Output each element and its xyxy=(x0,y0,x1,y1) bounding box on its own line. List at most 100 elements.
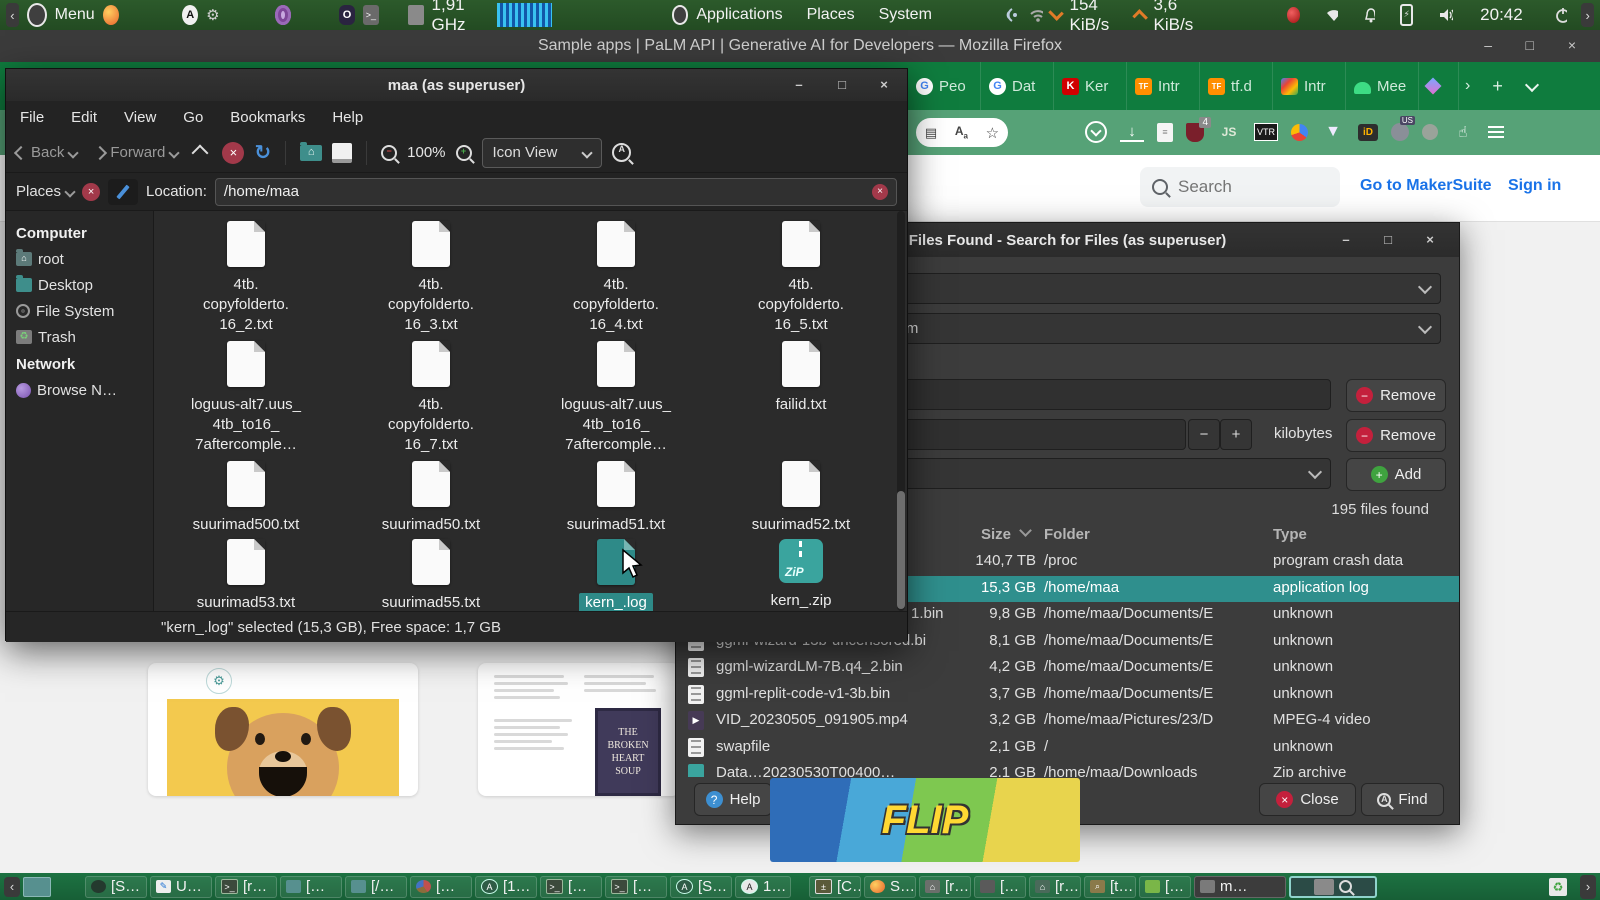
taskbar-window[interactable]: [S… xyxy=(85,876,147,898)
menu-go[interactable]: Go xyxy=(183,109,203,126)
taskbar-window-fm[interactable]: m… xyxy=(1194,876,1286,898)
back-button[interactable]: Back xyxy=(16,144,77,161)
mint-menu-icon[interactable] xyxy=(27,3,47,27)
taskbar-window[interactable]: [… xyxy=(1139,876,1191,898)
network-signal-icon[interactable] xyxy=(1004,6,1021,24)
js-toggle-icon[interactable]: JS xyxy=(1217,120,1241,144)
file-item[interactable]: suurimad500.txt xyxy=(156,461,336,535)
tab-intro-tf[interactable]: TFIntr xyxy=(1127,62,1200,110)
menu-help[interactable]: Help xyxy=(332,109,363,126)
clock[interactable]: 20:42 xyxy=(1480,5,1523,25)
zoom-in-icon[interactable]: + xyxy=(456,145,472,161)
stop-button[interactable]: × xyxy=(222,142,244,164)
home-folder-button[interactable]: ⌂ xyxy=(300,145,322,161)
spin-down-button[interactable]: − xyxy=(1188,419,1220,450)
result-row[interactable]: ▶ VID_20230505_091905.mp43,2 GB /home/ma… xyxy=(676,708,1459,735)
find-button[interactable]: AFind xyxy=(1361,783,1444,816)
sidebar-item-filesystem[interactable]: File System xyxy=(16,298,153,324)
taskbar-window[interactable]: A[S… xyxy=(670,876,732,898)
file-item[interactable]: suurimad55.txt xyxy=(341,539,521,613)
file-item[interactable]: 4tb. copyfolderto. 16_4.txt xyxy=(526,221,706,335)
result-row[interactable]: ggml-replit-code-v1-3b.bin3,7 GB /home/m… xyxy=(676,682,1459,709)
file-item[interactable]: kern_.zip xyxy=(711,539,891,611)
cpu-history-graph[interactable] xyxy=(497,3,553,27)
sample-app-card-book[interactable]: THE BROKEN HEART SOUP xyxy=(478,663,680,796)
new-tab-button[interactable]: + xyxy=(1492,76,1503,97)
taskbar-window[interactable]: >_[r… xyxy=(215,876,277,898)
sidebar-item-root[interactable]: ⌂root xyxy=(16,246,153,272)
tab-people[interactable]: GPeo xyxy=(908,62,981,110)
taskbar-window[interactable]: [… xyxy=(280,876,342,898)
terminal-tray-icon[interactable]: >_ xyxy=(363,5,379,25)
list-tabs-button[interactable] xyxy=(1527,77,1537,95)
edit-location-button[interactable] xyxy=(108,179,138,205)
tab-data[interactable]: GDat xyxy=(981,62,1054,110)
taskbar-window[interactable]: [/… xyxy=(345,876,407,898)
firefox-close-button[interactable]: × xyxy=(1568,37,1576,55)
desktop-button[interactable] xyxy=(332,143,352,163)
downloads-icon[interactable]: ↓ xyxy=(1120,122,1144,142)
zoom-out-icon[interactable]: − xyxy=(381,145,397,161)
taskbar-window[interactable]: ⌂[r… xyxy=(919,876,971,898)
reload-button[interactable]: ↻ xyxy=(254,140,271,165)
fm-titlebar[interactable]: maa (as superuser) – □ × xyxy=(6,69,907,101)
add-rule-button[interactable]: +Add xyxy=(1346,458,1446,491)
fm-search-button[interactable]: A xyxy=(612,143,631,162)
view-mode-combo[interactable]: Icon View xyxy=(482,138,603,168)
remove-rule-button[interactable]: −Remove xyxy=(1346,379,1446,412)
volume-icon[interactable] xyxy=(1439,8,1453,22)
menu-button[interactable]: Menu xyxy=(55,6,95,24)
tab-keras[interactable]: KKer xyxy=(1054,62,1127,110)
notes-icon[interactable]: ≡ xyxy=(1157,123,1173,142)
tab-bard[interactable] xyxy=(1419,62,1459,110)
file-item[interactable]: suurimad51.txt xyxy=(526,461,706,535)
file-item[interactable]: failid.txt xyxy=(711,341,891,415)
wifi-icon[interactable] xyxy=(1029,8,1043,22)
result-row[interactable]: swapfile2,1 GB /unknown xyxy=(676,735,1459,762)
dialog-minimize-button[interactable]: – xyxy=(1333,228,1359,252)
net-up-speed[interactable]: 3,6 KiB/s xyxy=(1154,0,1208,35)
firefox-minimize-button[interactable]: – xyxy=(1484,37,1492,55)
scrollbar-thumb[interactable] xyxy=(897,491,905,609)
file-item[interactable]: 4tb. copyfolderto. 16_5.txt xyxy=(711,221,891,335)
result-row[interactable]: ggml-wizardLM-7B.q4_2.bin4,2 GB /home/ma… xyxy=(676,655,1459,682)
file-item[interactable]: loguus-alt7.uus_ 4tb_to16_ 7aftercomple… xyxy=(156,341,336,455)
sidebar-item-desktop[interactable]: Desktop xyxy=(16,272,153,298)
power-icon[interactable] xyxy=(1555,7,1568,23)
file-item[interactable]: loguus-alt7.uus_ 4tb_to16_ 7aftercomple… xyxy=(526,341,706,455)
search-app-icon[interactable]: A xyxy=(182,5,198,25)
gears-icon[interactable]: ⚙ xyxy=(206,6,219,24)
fingerprint-icon[interactable] xyxy=(1422,124,1438,140)
menu-view[interactable]: View xyxy=(124,109,156,126)
remove-size-rule-button[interactable]: −Remove xyxy=(1346,419,1446,452)
taskbar-left-chevron[interactable]: ‹ xyxy=(4,877,20,897)
taskbar-window[interactable]: >_[… xyxy=(605,876,667,898)
multilink-icon[interactable] xyxy=(1291,124,1308,141)
dialog-maximize-button[interactable]: □ xyxy=(1375,228,1401,252)
taskbar-window[interactable]: A1… xyxy=(735,876,791,898)
fm-close-button[interactable]: × xyxy=(871,73,897,97)
places-combo[interactable]: Places xyxy=(16,183,74,200)
vtr-icon[interactable]: VTR xyxy=(1254,123,1278,141)
us-proxy-globe-icon[interactable]: US xyxy=(1391,123,1409,141)
firefox-maximize-button[interactable]: □ xyxy=(1526,37,1534,55)
panel-left-chevron[interactable]: ‹ xyxy=(6,3,19,27)
menu-file[interactable]: File xyxy=(20,109,44,126)
result-row[interactable]: Data…20230530T00400…2,1 GB /home/maa/Dow… xyxy=(676,761,1459,777)
trash-applet-icon[interactable]: ♻ xyxy=(1549,878,1567,896)
file-item[interactable]: 4tb. copyfolderto. 16_3.txt xyxy=(341,221,521,335)
sidebar-item-browse-network[interactable]: Browse N… xyxy=(16,377,153,403)
fm-maximize-button[interactable]: □ xyxy=(829,73,855,97)
tor-icon[interactable] xyxy=(275,5,291,25)
help-button[interactable]: ?Help xyxy=(694,783,772,816)
thumb-icon[interactable]: ☝ xyxy=(1451,120,1475,144)
menu-bookmarks[interactable]: Bookmarks xyxy=(230,109,305,126)
translate-icon[interactable]: Aa xyxy=(955,124,968,140)
show-desktop-button[interactable] xyxy=(23,877,51,897)
taskbar-window[interactable]: >_[… xyxy=(540,876,602,898)
record-tray-icon[interactable] xyxy=(1287,7,1300,23)
battery-icon[interactable]: ⚡ xyxy=(1400,4,1413,26)
close-sidebar-icon[interactable]: × xyxy=(82,183,100,201)
location-input[interactable]: /home/maa × xyxy=(215,178,897,206)
pocket-icon[interactable] xyxy=(1085,121,1107,143)
